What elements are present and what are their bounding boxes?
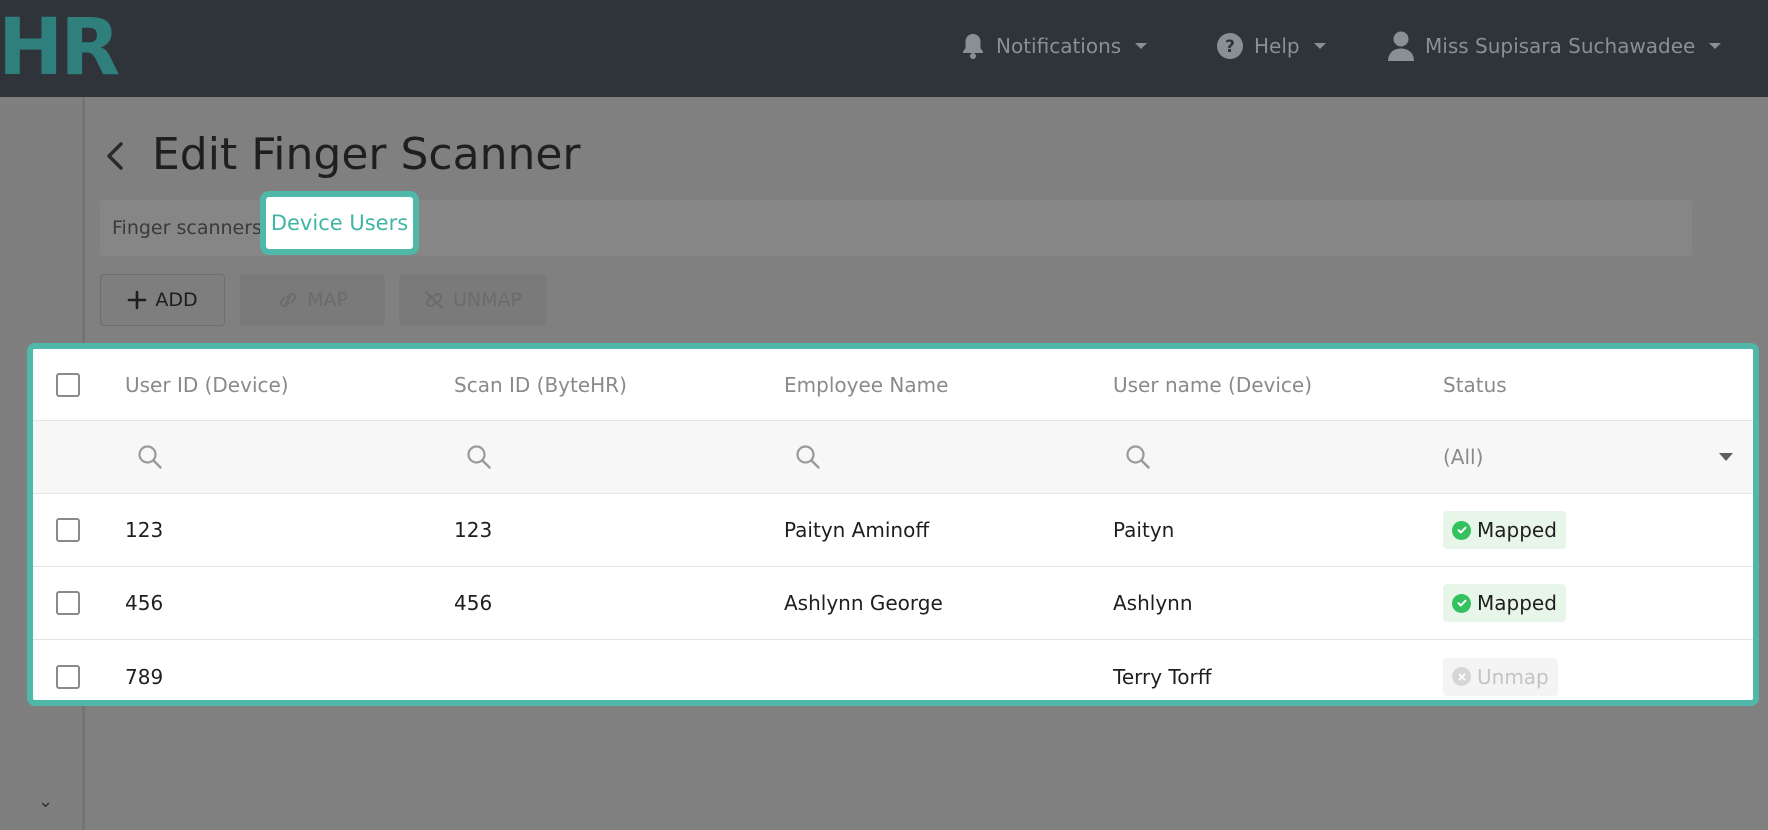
chevron-down-icon[interactable]: ⌄ xyxy=(38,791,53,812)
chevron-down-icon xyxy=(1135,43,1148,49)
column-header-employee-name[interactable]: Employee Name xyxy=(784,349,948,420)
user-id-cell: 456 xyxy=(125,591,164,615)
scan-id-cell: 123 xyxy=(454,518,493,542)
help-circle-icon: ? xyxy=(1216,32,1244,60)
status-badge: Mapped xyxy=(1443,511,1566,549)
select-all-checkbox[interactable] xyxy=(56,372,80,397)
table-row[interactable]: 789 Terry Torff Unmap xyxy=(33,640,1753,700)
bell-icon xyxy=(960,32,986,60)
row-checkbox[interactable] xyxy=(56,591,80,615)
search-icon xyxy=(796,445,820,469)
user-id-cell: 123 xyxy=(125,518,164,542)
link-icon xyxy=(280,292,297,308)
back-button[interactable] xyxy=(101,136,131,176)
status-filter-dropdown[interactable]: (All) xyxy=(1443,421,1733,493)
status-filter-value: (All) xyxy=(1443,445,1484,469)
back-arrow-icon xyxy=(107,142,123,170)
user-icon xyxy=(1387,30,1415,62)
device-users-grid: User ID (Device) Scan ID (ByteHR) Employ… xyxy=(27,343,1759,706)
notifications-menu[interactable]: Notifications xyxy=(960,0,1148,92)
svg-text:?: ? xyxy=(1225,37,1235,57)
chevron-down-icon xyxy=(1313,43,1326,49)
add-button[interactable]: ADD xyxy=(100,274,225,326)
chevron-down-icon xyxy=(1719,453,1733,461)
check-circle-icon xyxy=(1452,520,1471,540)
page-title: Edit Finger Scanner xyxy=(152,129,581,180)
employee-name-cell: Paityn Aminoff xyxy=(784,518,930,542)
user-name-label: Miss Supisara Suchawadee xyxy=(1425,34,1696,58)
device-user-name-filter[interactable] xyxy=(1125,421,1151,493)
column-header-device-user-name[interactable]: User name (Device) xyxy=(1113,349,1312,420)
map-button[interactable]: MAP xyxy=(240,274,385,326)
tab-device-users[interactable]: Device Users xyxy=(261,192,418,254)
device-user-name-cell: Paityn xyxy=(1113,518,1175,542)
top-navigation-bar: HR Notifications ? Help Miss Supisara Su… xyxy=(0,0,1768,97)
help-menu[interactable]: ? Help xyxy=(1216,0,1326,92)
status-label: Mapped xyxy=(1477,518,1557,542)
device-user-name-cell: Ashlynn xyxy=(1113,591,1193,615)
device-user-name-cell: Terry Torff xyxy=(1113,664,1212,689)
scan-id-filter[interactable] xyxy=(466,421,492,493)
grid-filter-row: (All) xyxy=(33,421,1753,494)
unlink-icon xyxy=(425,291,444,309)
user-menu[interactable]: Miss Supisara Suchawadee xyxy=(1387,0,1722,92)
notifications-label: Notifications xyxy=(996,34,1122,58)
table-row[interactable]: 123 123 Paityn Aminoff Paityn Mapped xyxy=(33,494,1753,567)
table-row[interactable]: 456 456 Ashlynn George Ashlynn Mapped xyxy=(33,567,1753,640)
grid-header-row: User ID (Device) Scan ID (ByteHR) Employ… xyxy=(33,349,1753,421)
chevron-down-icon xyxy=(1709,43,1722,49)
user-id-cell: 789 xyxy=(125,664,164,689)
x-circle-icon xyxy=(1452,667,1471,686)
add-button-label: ADD xyxy=(155,289,198,311)
tab-finger-scanners[interactable]: Finger scanners xyxy=(112,212,262,244)
status-label: Unmap xyxy=(1477,664,1549,689)
status-label: Mapped xyxy=(1477,591,1557,615)
row-checkbox[interactable] xyxy=(56,664,80,689)
row-checkbox[interactable] xyxy=(56,518,80,542)
search-icon xyxy=(138,445,162,469)
map-button-label: MAP xyxy=(307,289,348,311)
employee-name-filter[interactable] xyxy=(795,421,821,493)
scan-id-cell: 456 xyxy=(454,591,493,615)
plus-icon xyxy=(128,290,147,310)
search-icon xyxy=(1126,445,1150,469)
column-header-scan-id[interactable]: Scan ID (ByteHR) xyxy=(454,349,627,420)
unmap-button[interactable]: UNMAP xyxy=(399,274,546,326)
check-circle-icon xyxy=(1452,593,1471,613)
unmap-button-label: UNMAP xyxy=(453,289,522,311)
column-header-user-id[interactable]: User ID (Device) xyxy=(125,349,289,420)
app-logo: HR xyxy=(0,3,120,93)
column-header-status[interactable]: Status xyxy=(1443,349,1507,420)
search-icon xyxy=(467,445,491,469)
employee-name-cell: Ashlynn George xyxy=(784,591,943,615)
help-label: Help xyxy=(1254,34,1300,58)
status-badge: Mapped xyxy=(1443,584,1566,622)
status-badge: Unmap xyxy=(1443,657,1558,696)
user-id-filter[interactable] xyxy=(137,421,163,493)
